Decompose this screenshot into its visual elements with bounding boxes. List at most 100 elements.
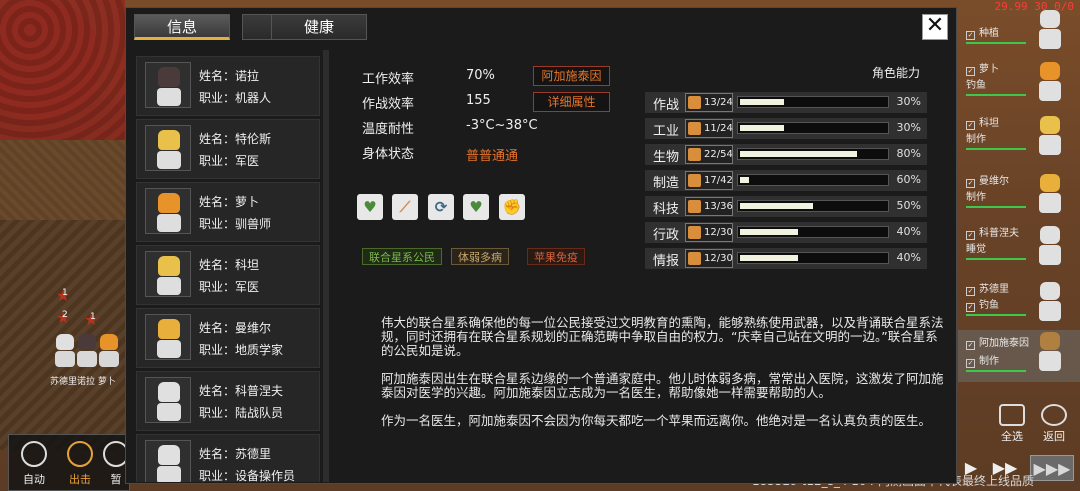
return-icon xyxy=(1041,404,1067,426)
ability-row[interactable]: 行政 12/30 40% xyxy=(645,222,927,243)
avatar xyxy=(1038,116,1062,160)
details-button[interactable]: 详细属性 xyxy=(533,92,610,112)
ability-progress-fill xyxy=(740,125,784,131)
ability-progress-bar xyxy=(737,226,889,238)
sidebar-colonist[interactable]: ✓ 萝卜 钓鱼 xyxy=(958,60,1080,112)
ability-progress-bar xyxy=(737,174,889,186)
select-all-button[interactable]: 全选 xyxy=(992,404,1032,444)
sidebar-colonist-selected[interactable]: ✓ 阿加施泰因 ✓ 制作 xyxy=(958,330,1080,382)
sidebar-colonist[interactable]: ✓ 科坦 制作 xyxy=(958,114,1080,166)
ability-level: 13/36 xyxy=(685,197,733,216)
heart-plus-icon[interactable]: ♥ xyxy=(357,194,383,220)
ability-row[interactable]: 情报 12/30 40% xyxy=(645,248,927,269)
ability-progress-bar xyxy=(737,122,889,134)
list-item[interactable]: 姓名：曼维尔 职业：地质学家 xyxy=(136,308,320,368)
ability-level: 17/42 xyxy=(685,171,733,190)
ability-row[interactable]: 科技 13/36 50% xyxy=(645,196,927,217)
boot-icon[interactable]: ⟋ xyxy=(392,194,418,220)
ability-percent: 80% xyxy=(896,147,921,160)
stat-value: 155 xyxy=(466,93,491,108)
attack-button[interactable]: 出击 xyxy=(57,439,103,489)
close-button[interactable]: ✕ xyxy=(922,14,948,40)
ability-progress-bar xyxy=(737,148,889,160)
skill-icon xyxy=(688,226,701,239)
ability-progress-fill xyxy=(740,203,813,209)
colonist-list: 姓名：诺拉 职业：机器人 姓名：特伦斯 职业：军医 姓名：萝卜 职业：驯兽师 姓… xyxy=(136,50,332,482)
ability-name: 情报 xyxy=(653,254,680,269)
sidebar-colonist[interactable]: ✓ 种植 xyxy=(958,8,1080,60)
checkbox-icon: ✓ xyxy=(966,341,975,350)
ability-name: 作战 xyxy=(653,98,680,113)
stat-label: 温度耐性 xyxy=(362,122,415,137)
ability-percent: 30% xyxy=(896,121,921,134)
list-item[interactable]: 姓名：萝卜 职业：驯兽师 xyxy=(136,182,320,242)
checkbox-icon: ✓ xyxy=(966,231,975,240)
avatar xyxy=(1038,10,1062,54)
ability-name: 生物 xyxy=(653,150,680,165)
ability-progress-fill xyxy=(740,151,857,157)
bio-paragraph: 伟大的联合星系确保他的每一位公民接受过文明教育的熏陶，能够熟练使用武器，以及背诵… xyxy=(381,315,944,358)
character-panel: 信息 装备 健康 ✕ 姓名：诺拉 职业：机器人 姓名：特伦斯 职业：军医 姓名：… xyxy=(125,7,957,484)
map-pawn[interactable] xyxy=(98,334,120,368)
map-pawn[interactable] xyxy=(54,334,76,368)
checkbox-icon: ✓ xyxy=(966,287,975,296)
list-item[interactable]: 姓名：科坦 职业：军医 xyxy=(136,245,320,305)
stat-value: 普普通通 xyxy=(466,149,519,164)
skill-icon xyxy=(688,122,701,135)
list-scrollbar[interactable] xyxy=(323,50,329,482)
trait-tag[interactable]: 体弱多病 xyxy=(451,248,509,265)
list-item[interactable]: 姓名：苏德里 职业：设备操作员 xyxy=(136,434,320,482)
ability-row[interactable]: 作战 13/24 30% xyxy=(645,92,927,113)
tab-info[interactable]: 信息 xyxy=(134,14,230,40)
sidebar-colonist[interactable]: ✓ 苏德里 ✓ 钓鱼 xyxy=(958,280,1080,332)
trait-tag[interactable]: 联合星系公民 xyxy=(362,248,442,265)
list-item[interactable]: 姓名：特伦斯 职业：军医 xyxy=(136,119,320,179)
ability-row[interactable]: 生物 22/54 80% xyxy=(645,144,927,165)
list-item[interactable]: 姓名：科普涅夫 职业：陆战队员 xyxy=(136,371,320,431)
stat-label: 工作效率 xyxy=(362,72,415,87)
colonist-sidebar: ✓ 种植 ✓ 萝卜 钓鱼 ✓ 科坦 制作 ✓ 曼维尔 制作 ✓ 科普涅夫 睡觉 ✓ 苏德里 … xyxy=(958,8,1080,428)
rename-button[interactable]: 阿加施泰因 xyxy=(533,66,610,86)
avatar xyxy=(1038,174,1062,218)
checkbox-icon: ✓ xyxy=(966,121,975,130)
checkbox-icon: ✓ xyxy=(966,359,975,368)
ability-percent: 40% xyxy=(896,225,921,238)
ability-name: 科技 xyxy=(653,202,680,217)
tab-health[interactable]: 健康 xyxy=(271,14,367,40)
avatar xyxy=(145,314,191,360)
ability-percent: 30% xyxy=(896,95,921,108)
checkbox-icon: ✓ xyxy=(966,67,975,76)
health-bar xyxy=(966,314,1026,316)
skill-icon xyxy=(688,252,701,265)
back-button[interactable]: 返回 xyxy=(1034,404,1074,444)
rank-star-icon: ★ 2 xyxy=(56,308,71,327)
auto-icon xyxy=(21,441,47,467)
health-bar xyxy=(966,94,1026,96)
list-item[interactable]: 姓名：诺拉 职业：机器人 xyxy=(136,56,320,116)
trait-tag[interactable]: 苹果免疫 xyxy=(527,248,585,265)
fist-icon[interactable]: ✊ xyxy=(499,194,525,220)
health-bar xyxy=(966,42,1026,44)
checkbox-icon: ✓ xyxy=(966,303,975,312)
stat-label: 身体状态 xyxy=(362,147,415,162)
skill-icon xyxy=(688,96,701,109)
ability-percent: 50% xyxy=(896,199,921,212)
map-pawn[interactable] xyxy=(76,334,98,368)
sidebar-colonist[interactable]: ✓ 曼维尔 制作 xyxy=(958,172,1080,224)
bio-paragraph: 作为一名医生，阿加施泰因不会因为你每天都吃一个苹果而远离你。他绝对是一名认真负责… xyxy=(381,413,932,428)
sidebar-colonist[interactable]: ✓ 科普涅夫 睡觉 xyxy=(958,224,1080,276)
speed-fastest-button[interactable]: ▶▶▶ xyxy=(1030,455,1074,481)
skill-icon xyxy=(688,174,701,187)
grid-icon xyxy=(999,404,1025,426)
ability-progress-bar xyxy=(737,252,889,264)
ability-row[interactable]: 工业 11/24 30% xyxy=(645,118,927,139)
auto-button[interactable]: 自动 xyxy=(11,439,57,489)
ability-progress-bar xyxy=(737,200,889,212)
biography: 伟大的联合星系确保他的每一位公民接受过文明教育的熏陶，能够熟练使用武器，以及背诵… xyxy=(381,316,947,442)
ability-level: 12/30 xyxy=(685,249,733,268)
ability-progress-fill xyxy=(740,255,798,261)
cycle-icon[interactable]: ⟳ xyxy=(428,194,454,220)
ability-row[interactable]: 制造 17/42 60% xyxy=(645,170,927,191)
heart-plus-icon[interactable]: ♥ xyxy=(463,194,489,220)
avatar xyxy=(145,125,191,171)
